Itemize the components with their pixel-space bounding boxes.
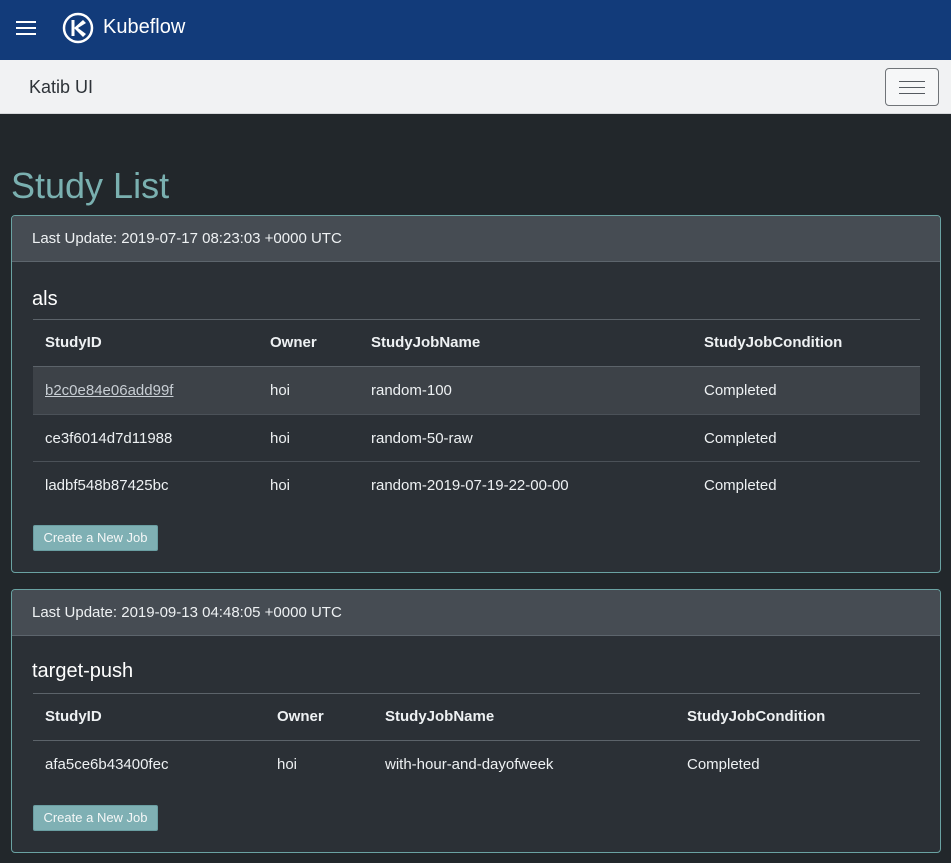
job-name-cell: with-hour-and-dayofweek [385,756,554,773]
study-card: Last Update: 2019-07-17 08:23:03 +0000 U… [11,215,941,573]
column-header: StudyJobCondition [687,708,826,725]
column-header: StudyJobName [385,708,495,725]
study-id-cell: ladbf548b87425bc [45,477,169,494]
top-navbar: Kubeflow [0,0,951,60]
job-name-cell: random-2019-07-19-22-00-00 [371,477,569,494]
table-row: b2c0e84e06add99f hoi random-100 Complete… [33,367,920,414]
table-row: afa5ce6b43400fec hoi with-hour-and-dayof… [33,741,920,788]
table-header: StudyID Owner StudyJobName StudyJobCondi… [33,693,920,741]
create-new-job-button[interactable]: Create a New Job [33,525,158,551]
create-new-job-button[interactable]: Create a New Job [33,805,158,831]
study-id-cell: afa5ce6b43400fec [45,756,169,773]
study-name: target-push [32,660,134,682]
condition-cell: Completed [704,430,777,447]
owner-cell: hoi [270,430,291,447]
column-header: StudyID [45,334,102,351]
owner-cell: hoi [270,477,291,494]
job-name-cell: random-100 [371,382,452,399]
owner-cell: hoi [270,382,291,399]
study-name: als [32,288,58,310]
table-header: StudyID Owner StudyJobName StudyJobCondi… [33,319,920,367]
owner-cell: hoi [277,756,298,773]
navbar-toggle-button[interactable] [885,68,939,106]
menu-icon[interactable] [16,20,36,36]
condition-cell: Completed [704,382,777,399]
kubeflow-logo [62,12,94,44]
job-name-cell: random-50-raw [371,430,473,447]
table-row: ladbf548b87425bc hoi random-2019-07-19-2… [33,461,920,508]
last-update: Last Update: 2019-07-17 08:23:03 +0000 U… [12,216,940,262]
column-header: StudyID [45,708,102,725]
katib-brand-link[interactable]: Katib UI [29,77,93,98]
app-name: Kubeflow [103,16,186,38]
study-id-cell: ce3f6014d7d11988 [45,430,173,447]
column-header: Owner [277,708,324,725]
condition-cell: Completed [687,756,760,773]
study-table: StudyID Owner StudyJobName StudyJobCondi… [33,693,920,788]
page-title: Study List [11,165,170,206]
katib-navbar: Katib UI [0,60,951,114]
column-header: StudyJobName [371,334,481,351]
column-header: Owner [270,334,317,351]
condition-cell: Completed [704,477,777,494]
study-card: Last Update: 2019-09-13 04:48:05 +0000 U… [11,589,941,853]
column-header: StudyJobCondition [704,334,843,351]
table-row: ce3f6014d7d11988 hoi random-50-raw Compl… [33,414,920,461]
study-id-link[interactable]: b2c0e84e06add99f [45,367,173,414]
study-table: StudyID Owner StudyJobName StudyJobCondi… [33,319,920,508]
last-update: Last Update: 2019-09-13 04:48:05 +0000 U… [12,590,940,636]
